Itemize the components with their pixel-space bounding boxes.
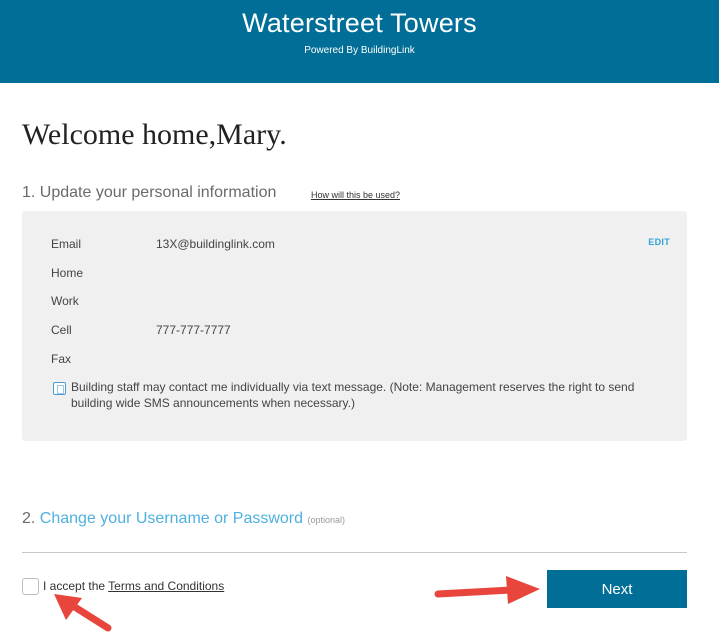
fax-label: Fax bbox=[51, 352, 72, 366]
how-will-this-be-used-link[interactable]: How will this be used? bbox=[311, 190, 400, 200]
personal-info-panel: Email 13X@buildinglink.com EDIT Home Wor… bbox=[22, 211, 687, 441]
edit-button[interactable]: EDIT bbox=[648, 237, 670, 247]
accept-terms-label: I accept the Terms and Conditions bbox=[43, 579, 224, 593]
next-button[interactable]: Next bbox=[547, 570, 687, 608]
home-label: Home bbox=[51, 266, 84, 280]
section-divider bbox=[22, 552, 687, 553]
terms-and-conditions-link[interactable]: Terms and Conditions bbox=[108, 579, 224, 593]
optional-label: (optional) bbox=[307, 515, 346, 525]
sms-consent-checkbox[interactable] bbox=[53, 382, 66, 395]
cell-label: Cell bbox=[51, 323, 72, 337]
cell-value: 777-777-7777 bbox=[156, 323, 231, 337]
change-credentials-link[interactable]: Change your Username or Password bbox=[40, 510, 303, 527]
email-label: Email bbox=[51, 237, 82, 251]
sms-consent-text: Building staff may contact me individual… bbox=[71, 380, 635, 410]
arrow-right-annotation-icon bbox=[434, 576, 540, 604]
step2-heading: 2. Change your Username or Password (opt… bbox=[22, 510, 345, 528]
app-header: Waterstreet Towers Powered By BuildingLi… bbox=[0, 0, 719, 83]
powered-by-text: Powered By BuildingLink bbox=[304, 45, 415, 56]
step1-heading: 1. Update your personal information bbox=[22, 184, 277, 201]
email-value: 13X@buildinglink.com bbox=[156, 237, 275, 251]
accept-terms-checkbox[interactable] bbox=[22, 578, 39, 595]
work-label: Work bbox=[51, 294, 79, 308]
welcome-heading: Welcome home,Mary. bbox=[22, 118, 287, 151]
accept-terms-prefix: I accept the bbox=[43, 579, 106, 593]
arrow-up-left-annotation-icon bbox=[54, 594, 112, 632]
building-title: Waterstreet Towers bbox=[242, 8, 477, 38]
step2-number: 2. bbox=[22, 510, 36, 527]
